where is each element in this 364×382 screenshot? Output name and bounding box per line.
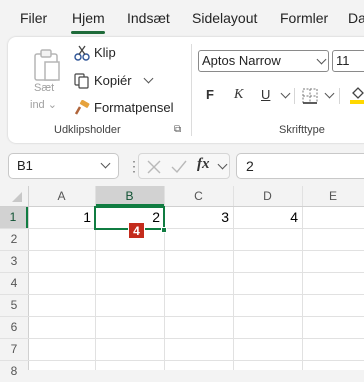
- tab-formler[interactable]: Formler: [280, 10, 328, 26]
- column-header-d[interactable]: D: [233, 186, 302, 206]
- chevron-down-icon: [100, 158, 111, 169]
- cut-button[interactable]: Klip: [74, 44, 144, 64]
- tab-indsaet[interactable]: Indsæt: [127, 10, 170, 26]
- font-group-label: Skrifttype: [279, 124, 325, 136]
- format-painter-label: Formatpensel: [94, 100, 174, 115]
- copy-label: Kopiér: [94, 73, 132, 88]
- insert-function-button[interactable]: fx: [197, 156, 210, 173]
- group-divider: [191, 44, 192, 136]
- formula-input[interactable]: 2: [236, 153, 364, 179]
- chevron-down-icon: [316, 54, 327, 65]
- formula-value: 2: [246, 158, 254, 174]
- scissors-icon: [74, 45, 90, 61]
- font-size-value: 11: [336, 53, 350, 68]
- tab-hjem[interactable]: Hjem: [72, 10, 105, 26]
- column-header-e[interactable]: E: [302, 186, 364, 206]
- row-header-3[interactable]: 3: [0, 251, 28, 272]
- fill-handle[interactable]: [161, 227, 167, 233]
- brush-icon: [74, 100, 90, 115]
- row-header-5[interactable]: 5: [0, 295, 28, 316]
- column-header-a[interactable]: A: [28, 186, 95, 206]
- cut-label: Klip: [94, 45, 116, 60]
- step-badge: 4: [128, 222, 145, 239]
- grid-line: [0, 316, 364, 317]
- grid-line: [302, 186, 303, 370]
- fill-color-icon[interactable]: [350, 85, 364, 105]
- active-tab-indicator: [71, 31, 105, 34]
- cell-d1[interactable]: 4: [233, 207, 302, 228]
- copy-icon: [74, 73, 89, 89]
- clipboard-group-label: Udklipsholder: [54, 124, 121, 136]
- paste-label-2: ind ⌄: [30, 99, 57, 111]
- borders-icon[interactable]: [302, 88, 320, 104]
- font-name-value: Aptos Narrow: [202, 53, 281, 68]
- bold-button[interactable]: F: [206, 87, 214, 102]
- tab-data[interactable]: Da: [348, 10, 364, 26]
- name-box[interactable]: B1: [8, 153, 119, 179]
- enter-check-icon[interactable]: [171, 160, 187, 174]
- select-all-corner[interactable]: [0, 186, 28, 206]
- divider: [339, 88, 340, 104]
- row-header-4[interactable]: 4: [0, 273, 28, 294]
- grid-line: [0, 360, 364, 361]
- row-header-8[interactable]: 8: [0, 361, 28, 382]
- tab-sidelayout[interactable]: Sidelayout: [192, 10, 257, 26]
- formula-controls: fx: [138, 153, 230, 179]
- chevron-down-icon[interactable]: [143, 73, 154, 84]
- cell-c1[interactable]: 3: [164, 207, 233, 228]
- cell-a1[interactable]: 1: [28, 207, 95, 228]
- row-header-1[interactable]: 1: [0, 207, 28, 228]
- tab-filer[interactable]: Filer: [20, 10, 47, 26]
- chevron-down-icon[interactable]: [217, 159, 228, 170]
- column-header-b[interactable]: B: [95, 186, 164, 206]
- grid-line: [0, 294, 364, 295]
- copy-button[interactable]: Kopiér: [74, 71, 164, 91]
- row-header-7[interactable]: 7: [0, 339, 28, 360]
- grid-line: [0, 272, 364, 273]
- row-header-6[interactable]: 6: [0, 317, 28, 338]
- cancel-icon[interactable]: [147, 160, 161, 174]
- grid-line: [0, 338, 364, 339]
- paste-label: Sæt: [34, 82, 55, 94]
- row-header-2[interactable]: 2: [0, 229, 28, 250]
- format-painter-button[interactable]: Formatpensel: [74, 98, 184, 118]
- grid-line: [0, 250, 364, 251]
- grid-line: [0, 228, 364, 229]
- font-size-select[interactable]: 11: [332, 50, 364, 72]
- paste-icon: [34, 49, 60, 81]
- column-header-c[interactable]: C: [164, 186, 233, 206]
- italic-button[interactable]: K: [234, 87, 243, 103]
- divider: [294, 88, 295, 104]
- dialog-launcher-icon[interactable]: ⧉: [174, 124, 181, 135]
- font-name-select[interactable]: Aptos Narrow: [198, 50, 329, 72]
- underline-button[interactable]: U: [261, 87, 270, 102]
- name-box-value: B1: [17, 158, 33, 173]
